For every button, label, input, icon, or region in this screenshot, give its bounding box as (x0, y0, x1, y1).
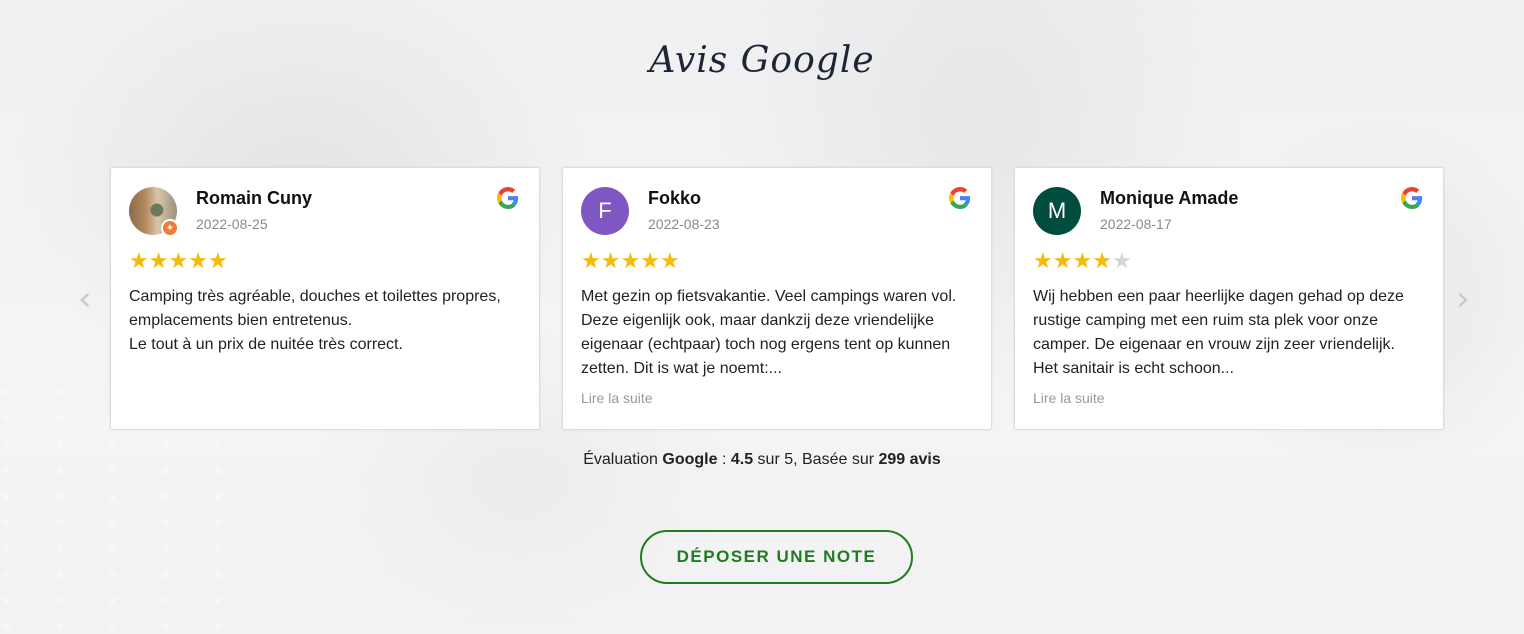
avatar: M (1033, 187, 1081, 235)
star-filled-icon: ★ (620, 249, 641, 274)
rating-summary: Évaluation Google : 4.5 sur 5, Basée sur… (0, 451, 1524, 469)
star-filled-icon: ★ (640, 249, 660, 274)
google-g-icon[interactable] (949, 187, 971, 209)
star-filled-icon: ★ (148, 249, 169, 274)
google-g-icon[interactable] (1401, 187, 1423, 209)
review-card: ✦ Romain Cuny 2022-08-25 ★★★★★ Camping t… (110, 167, 540, 430)
section-title: Avis Google (649, 40, 875, 81)
review-text: Camping très agréable, douches et toilet… (129, 288, 501, 353)
star-filled-icon: ★ (1072, 249, 1093, 274)
review-date: 2022-08-25 (196, 216, 268, 232)
review-card: F Fokko 2022-08-23 ★★★★★ Met gezin op fi… (562, 167, 992, 430)
star-rating: ★★★★★ (581, 250, 680, 274)
review-card: M Monique Amade 2022-08-17 ★★★★★ Wij heb… (1014, 167, 1444, 430)
summary-score: 4.5 (730, 451, 754, 468)
avatar: F (581, 187, 629, 235)
review-text: Met gezin op fietsvakantie. Veel camping… (581, 288, 957, 377)
reviewer-name[interactable]: Romain Cuny (196, 188, 312, 209)
summary-separator: : (717, 451, 731, 468)
chevron-right-icon[interactable]: › (1456, 282, 1476, 316)
summary-prefix: Évaluation (583, 451, 658, 468)
star-rating: ★★★★★ (129, 250, 228, 274)
summary-middle: sur 5, Basée sur (753, 451, 879, 468)
star-filled-icon: ★ (1092, 249, 1112, 274)
star-filled-icon: ★ (1052, 249, 1073, 274)
review-date: 2022-08-23 (648, 216, 720, 232)
read-more-link[interactable]: Lire la suite (581, 390, 653, 406)
reviewer-name[interactable]: Monique Amade (1100, 188, 1238, 209)
review-text: Wij hebben een paar heerlijke dagen geha… (1033, 288, 1404, 377)
star-filled-icon: ★ (188, 249, 208, 274)
star-filled-icon: ★ (207, 249, 228, 274)
star-filled-icon: ★ (1033, 249, 1053, 274)
star-filled-icon: ★ (600, 249, 621, 274)
star-filled-icon: ★ (168, 249, 189, 274)
summary-brand: Google (662, 451, 718, 468)
star-empty-icon: ★ (1111, 249, 1132, 274)
star-filled-icon: ★ (659, 249, 680, 274)
star-rating: ★★★★★ (1033, 250, 1132, 274)
review-date: 2022-08-17 (1100, 216, 1172, 232)
chevron-left-icon[interactable]: ‹ (78, 282, 98, 316)
reviewer-name[interactable]: Fokko (648, 188, 701, 209)
summary-count: 299 avis (878, 451, 941, 468)
submit-review-button[interactable]: DÉPOSER UNE NOTE (640, 530, 913, 584)
google-g-icon[interactable] (497, 187, 519, 209)
star-filled-icon: ★ (581, 249, 601, 274)
local-guide-badge-icon: ✦ (161, 219, 179, 237)
avatar: ✦ (129, 187, 179, 237)
star-filled-icon: ★ (129, 249, 149, 274)
read-more-link[interactable]: Lire la suite (1033, 390, 1105, 406)
